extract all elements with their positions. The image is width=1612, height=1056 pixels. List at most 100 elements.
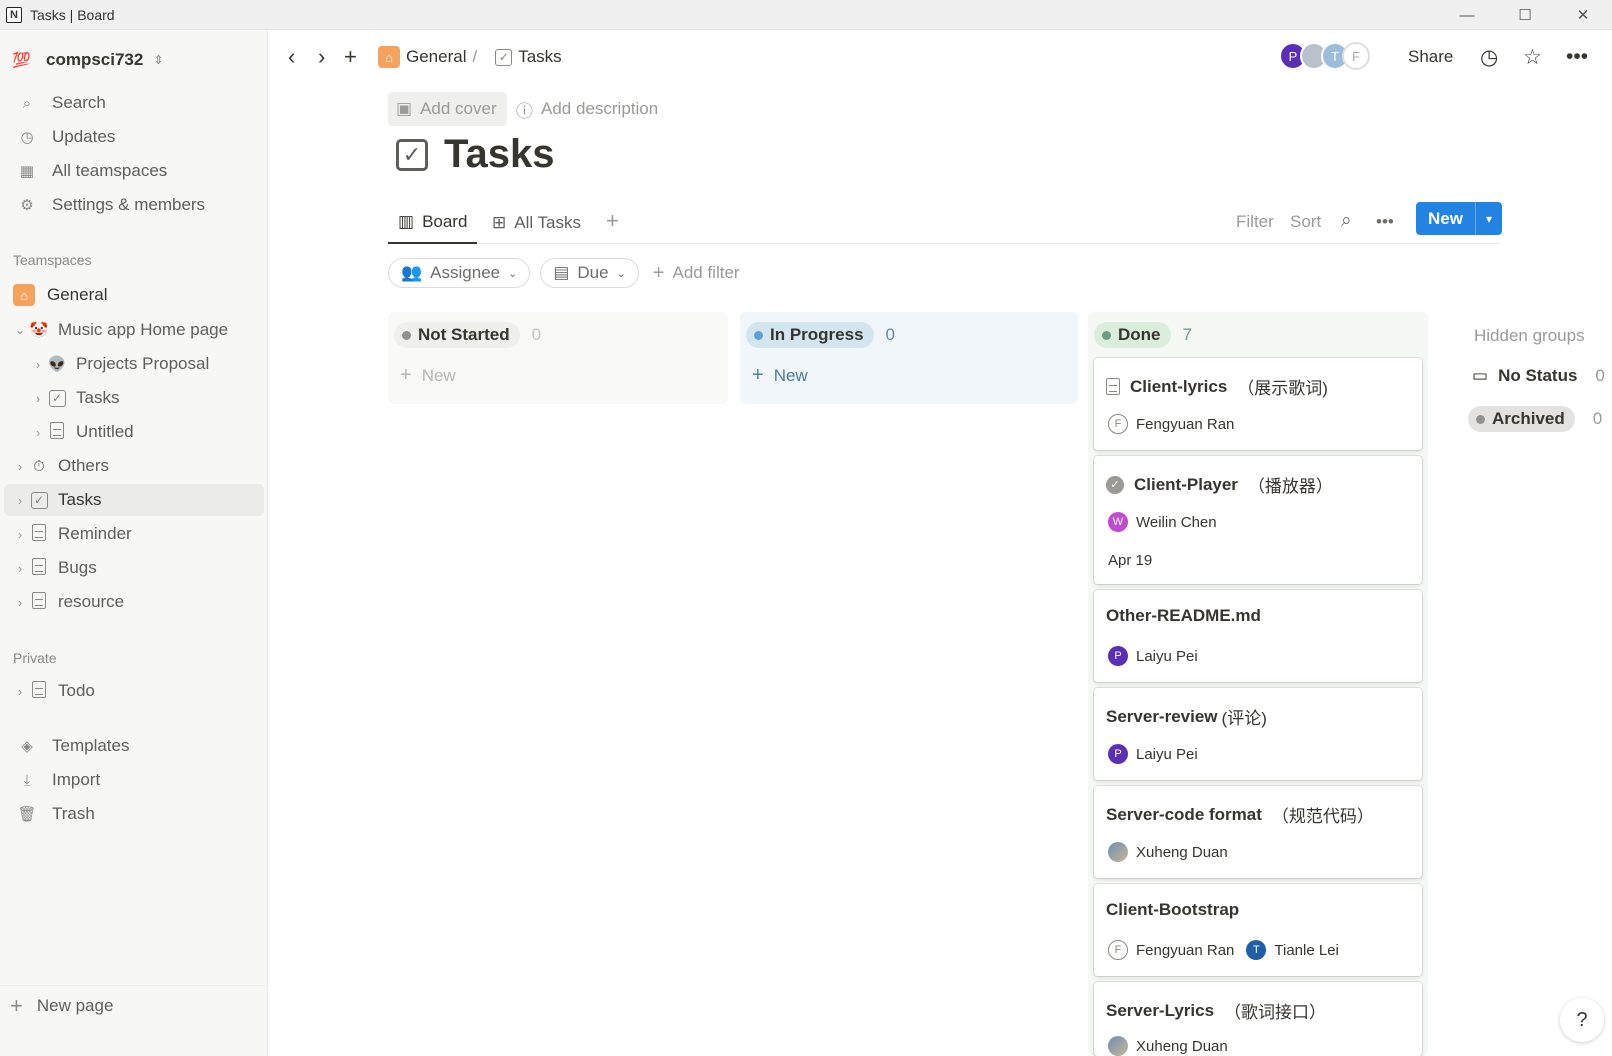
- page-title[interactable]: Tasks: [444, 132, 554, 177]
- tab-all-tasks[interactable]: ⊞ All Tasks: [492, 202, 581, 244]
- chevron-right-icon[interactable]: ›: [30, 391, 46, 406]
- back-arrow-icon[interactable]: ‹: [288, 44, 295, 70]
- card-assignees: F Fengyuan Ran: [1108, 414, 1234, 434]
- minimize-icon[interactable]: —: [1438, 0, 1496, 30]
- board-card[interactable]: Server-code format （规范代码） Xuheng Duan: [1094, 786, 1422, 878]
- hidden-group-no-status[interactable]: ▭ No Status 0: [1472, 366, 1605, 386]
- collaborator-avatars[interactable]: P T F: [1279, 42, 1370, 70]
- chevron-down-icon[interactable]: ⌄: [12, 322, 28, 338]
- hidden-group-archived[interactable]: Archived 0: [1468, 406, 1602, 432]
- close-icon[interactable]: ✕: [1554, 0, 1612, 30]
- chevron-right-icon[interactable]: ›: [12, 459, 28, 474]
- sidebar-item-tasks-nested[interactable]: › ✓ Tasks: [4, 382, 264, 414]
- workspace-switcher[interactable]: 💯 compsci732 ⇕: [12, 46, 163, 74]
- filter-button[interactable]: Filter: [1236, 212, 1274, 232]
- sort-button[interactable]: Sort: [1290, 212, 1321, 232]
- add-filter-button[interactable]: + Add filter: [653, 258, 740, 288]
- status-badge[interactable]: Not Started: [394, 322, 520, 348]
- group-count: 0: [1592, 409, 1603, 428]
- maximize-icon[interactable]: ☐: [1496, 0, 1554, 30]
- add-card-button[interactable]: + New: [400, 364, 456, 387]
- chevron-right-icon[interactable]: ›: [12, 561, 28, 576]
- sidebar-item-music-app-home-page[interactable]: ⌄ 🤡 Music app Home page: [4, 314, 264, 346]
- due-filter[interactable]: ▤ Due ⌄: [540, 258, 639, 288]
- window-title: Tasks | Board: [30, 6, 115, 23]
- notion-logo-icon: N: [6, 6, 22, 23]
- sidebar-item-templates[interactable]: ◈ Templates: [4, 730, 264, 762]
- sidebar-item-projects-proposal[interactable]: › 👽 Projects Proposal: [4, 348, 264, 380]
- check-circle-icon: ✓: [1106, 475, 1124, 494]
- sidebar-item-all-teamspaces[interactable]: ▦ All teamspaces: [4, 155, 264, 187]
- sidebar-item-todo[interactable]: › Todo: [4, 675, 264, 707]
- board-card[interactable]: ✓ Client-Player （播放器） W Weilin Chen Apr …: [1094, 456, 1422, 584]
- sidebar-item-trash[interactable]: 🗑 Trash: [4, 798, 264, 830]
- add-description-label: Add description: [541, 99, 659, 118]
- sidebar-item-resource[interactable]: › resource: [4, 586, 264, 618]
- sidebar-item-search[interactable]: ⌕ Search: [4, 87, 264, 119]
- chevron-right-icon[interactable]: ›: [12, 527, 28, 542]
- add-description-button[interactable]: ⓘ Add description: [516, 92, 658, 126]
- sidebar-item-label: resource: [58, 592, 125, 611]
- share-button[interactable]: Share: [1408, 47, 1453, 67]
- sidebar-item-label: General: [47, 285, 108, 304]
- sidebar-item-untitled[interactable]: › Untitled: [4, 416, 264, 448]
- board-card[interactable]: Other-README.md P Laiyu Pei: [1094, 590, 1422, 682]
- breadcrumb-separator: /: [472, 47, 478, 66]
- hidden-groups-label: Hidden groups: [1474, 326, 1585, 345]
- plus-icon: +: [752, 364, 764, 386]
- assignee-name: Laiyu Pei: [1136, 745, 1198, 763]
- sidebar-item-reminder[interactable]: › Reminder: [4, 518, 264, 550]
- more-dots-icon[interactable]: •••: [1376, 212, 1394, 232]
- add-cover-button[interactable]: ▣ Add cover: [388, 92, 507, 126]
- card-title-text: Server-code format: [1106, 804, 1262, 824]
- workspace-name: compsci732: [46, 50, 144, 69]
- status-badge[interactable]: In Progress: [746, 322, 874, 348]
- board-card[interactable]: Server-Lyrics （歌词接口） Xuheng Duan: [1094, 982, 1422, 1056]
- board-card[interactable]: Client-Bootstrap F Fengyuan Ran T Tianle…: [1094, 884, 1422, 976]
- add-card-button[interactable]: + New: [752, 364, 808, 387]
- sidebar-item-others[interactable]: › ⏱ Others: [4, 450, 264, 482]
- sidebar-item-settings[interactable]: ⚙ Settings & members: [4, 189, 264, 221]
- checkbox-icon: ✓: [28, 491, 50, 509]
- column-name: Not Started: [418, 325, 510, 344]
- card-assignees: P Laiyu Pei: [1108, 744, 1198, 764]
- assignee-filter[interactable]: 👥 Assignee ⌄: [388, 258, 531, 288]
- sidebar-item-bugs[interactable]: › Bugs: [4, 552, 264, 584]
- chevron-right-icon[interactable]: ›: [12, 595, 28, 610]
- sidebar-item-label: Settings & members: [52, 195, 206, 214]
- breadcrumb-general[interactable]: General: [406, 47, 466, 67]
- trash-icon: 🗑: [17, 806, 37, 823]
- chevron-right-icon[interactable]: ›: [12, 493, 28, 508]
- card-title: Server-code format （规范代码）: [1106, 802, 1374, 827]
- chevron-right-icon[interactable]: ›: [12, 684, 28, 699]
- status-badge[interactable]: Done: [1094, 322, 1171, 348]
- search-icon[interactable]: ⌕: [1341, 210, 1352, 232]
- sidebar-item-tasks[interactable]: › ✓ Tasks: [4, 484, 264, 516]
- checkbox-icon: ✓: [46, 389, 68, 407]
- breadcrumb-tasks[interactable]: Tasks: [518, 47, 561, 67]
- help-button[interactable]: ?: [1560, 998, 1604, 1042]
- card-assignees: Xuheng Duan: [1108, 1036, 1228, 1056]
- chevron-down-icon[interactable]: ▾: [1476, 202, 1502, 235]
- tab-board[interactable]: ▥ Board: [388, 202, 478, 244]
- star-icon[interactable]: ☆: [1523, 45, 1542, 70]
- new-page-label: New page: [36, 996, 114, 1015]
- chevron-updown-icon: ⇕: [153, 53, 164, 67]
- chevron-right-icon[interactable]: ›: [30, 425, 46, 440]
- plus-icon[interactable]: +: [344, 44, 357, 70]
- sidebar-item-import[interactable]: ⤓ Import: [4, 764, 264, 796]
- checkbox-icon[interactable]: ✓: [396, 138, 428, 171]
- add-view-icon[interactable]: +: [606, 208, 619, 234]
- board-card[interactable]: Client-lyrics （展示歌词) F Fengyuan Ran: [1094, 358, 1422, 450]
- board-card[interactable]: Server-review (评论) P Laiyu Pei: [1094, 688, 1422, 780]
- forward-arrow-icon[interactable]: ›: [318, 44, 325, 70]
- new-page-button[interactable]: + New page: [0, 985, 268, 1026]
- sidebar-item-updates[interactable]: ◷ Updates: [4, 121, 264, 153]
- new-record-button[interactable]: New ▾: [1416, 202, 1502, 235]
- view-tabs: ▥ Board ⊞ All Tasks + Filter Sort ⌕ ••• …: [388, 202, 1502, 244]
- more-dots-icon[interactable]: •••: [1566, 45, 1588, 69]
- chevron-right-icon[interactable]: ›: [30, 357, 46, 372]
- sidebar-item-general[interactable]: ⌂ General: [4, 279, 264, 311]
- history-clock-icon[interactable]: ◷: [1480, 45, 1498, 70]
- sidebar-item-label: Todo: [58, 681, 95, 700]
